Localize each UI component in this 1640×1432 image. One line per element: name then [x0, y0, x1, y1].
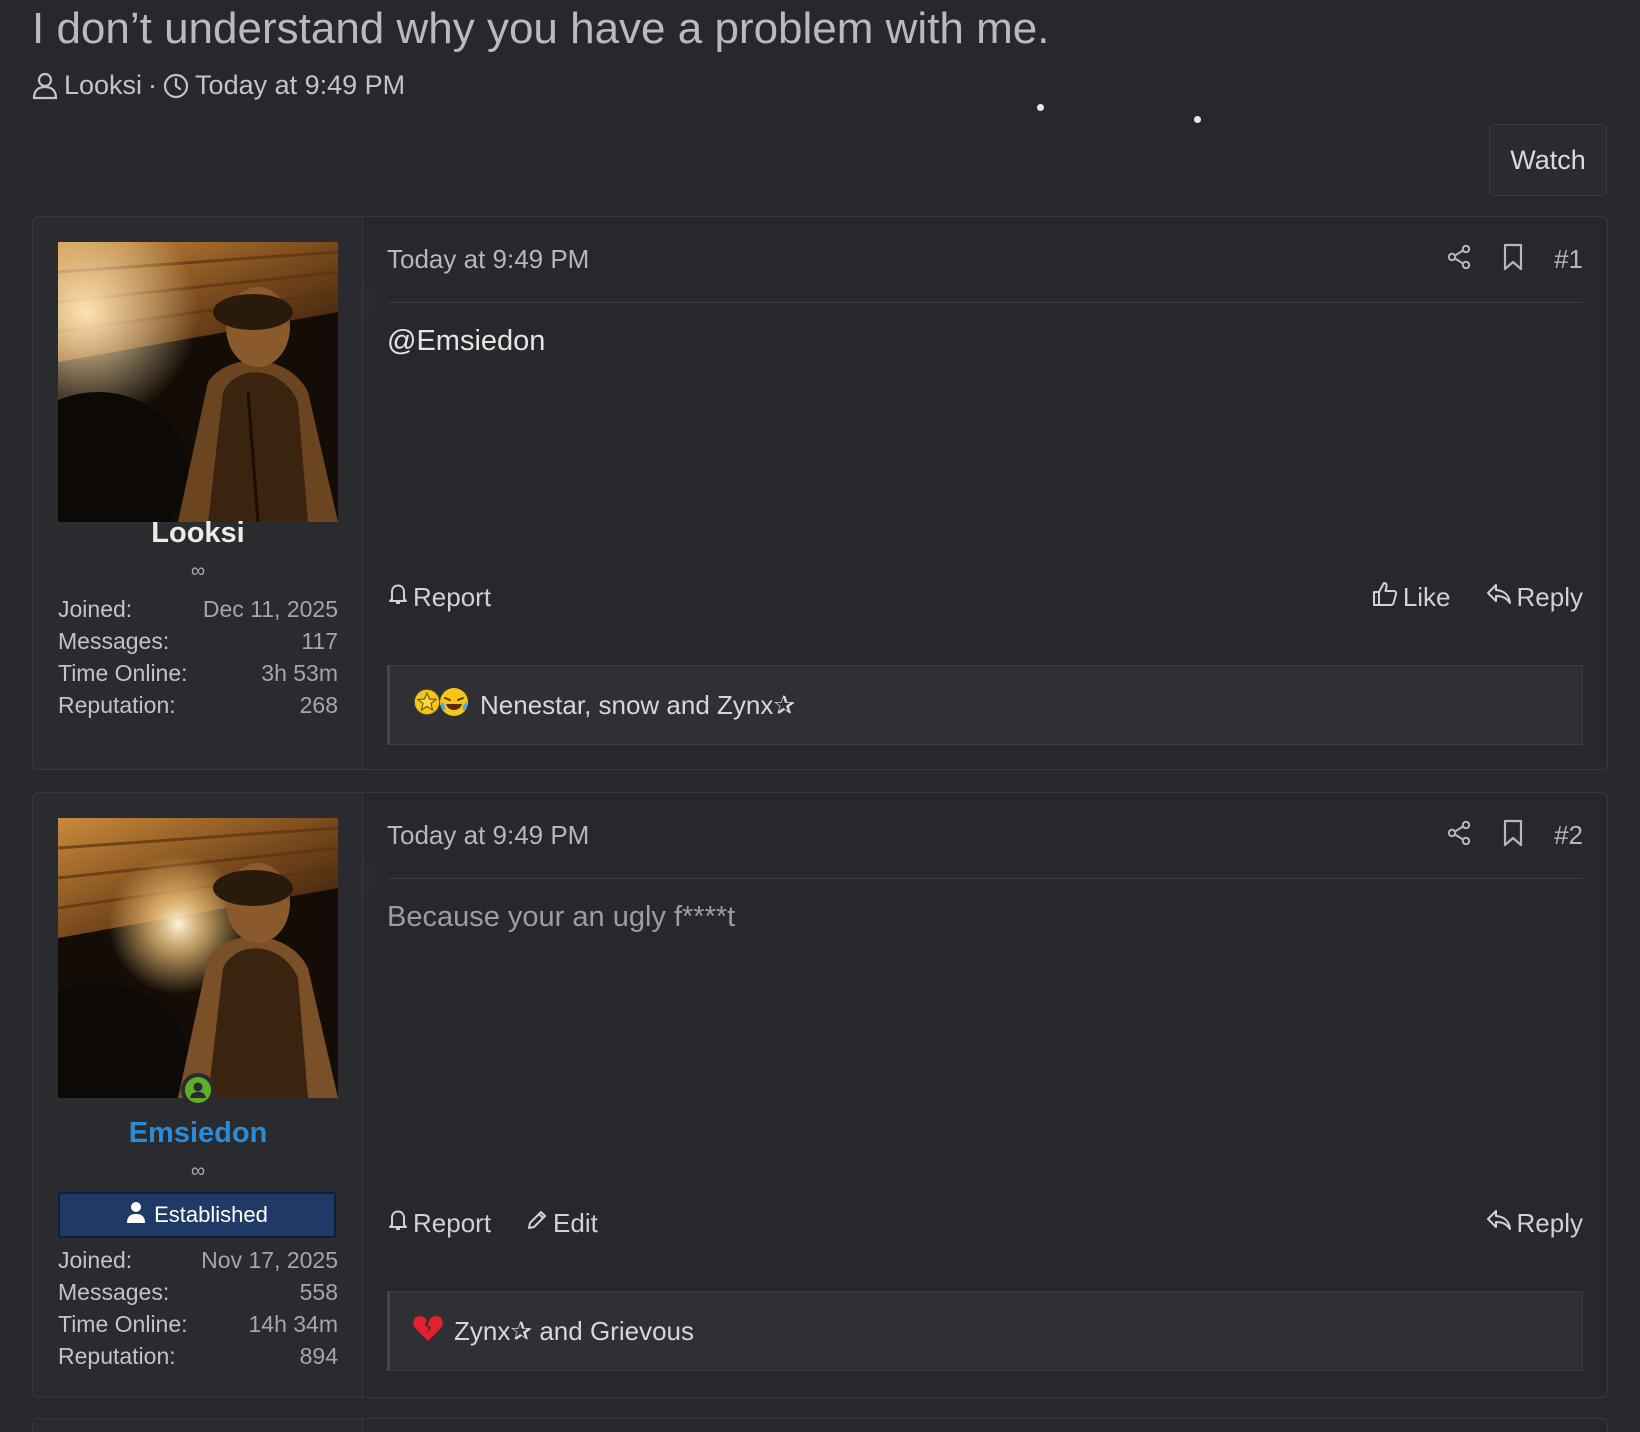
stat-label: Messages: — [58, 1279, 170, 1305]
thread-date-link[interactable]: Today at 9:49 PM — [195, 70, 405, 101]
user-title: ∞ — [190, 1160, 206, 1182]
bookmark-icon[interactable] — [1502, 243, 1524, 276]
stat-value: 14h 34m — [248, 1311, 338, 1337]
post-user-panel — [33, 1419, 363, 1432]
share-icon[interactable] — [1446, 244, 1472, 275]
post-date-link[interactable]: Today at 9:49 PM — [387, 244, 589, 275]
report-button[interactable]: Report — [387, 1208, 491, 1239]
reaction-icons — [412, 686, 470, 725]
role-badge: Established — [58, 1192, 336, 1238]
stat-label: Reputation: — [58, 692, 176, 718]
stat-label: Time Online: — [58, 1311, 188, 1337]
reply-label: Reply — [1516, 581, 1583, 612]
post-actions: Report Like Reply — [387, 577, 1583, 617]
report-button[interactable]: Report — [387, 582, 491, 613]
reactions-users[interactable]: Zynx✰ and Grievous — [454, 1316, 694, 1347]
clock-icon — [163, 73, 189, 99]
reply-arrow-icon — [1485, 1208, 1513, 1239]
stat-row-messages: Messages: 117 — [58, 625, 338, 657]
thumbs-up-icon — [1371, 580, 1399, 615]
reply-arrow-icon — [1485, 582, 1513, 613]
watch-button[interactable]: Watch — [1489, 124, 1607, 196]
stat-row-time-online: Time Online: 3h 53m — [58, 657, 338, 689]
stat-label: Joined: — [58, 1247, 133, 1273]
stat-value[interactable]: 558 — [300, 1276, 338, 1308]
like-button[interactable]: Like — [1371, 580, 1451, 615]
share-icon[interactable] — [1446, 820, 1472, 851]
post: Emsiedon ∞ Established Joined: Nov 17, 20… — [32, 792, 1608, 1398]
user-stats: Joined: Dec 11, 2025 Messages: 117 Time On… — [58, 593, 338, 721]
stat-value[interactable]: 117 — [301, 625, 338, 657]
bell-icon — [387, 582, 409, 613]
avatar[interactable] — [58, 818, 338, 1098]
role-label: Established — [154, 1202, 268, 1227]
laughing-emoji-icon — [438, 686, 470, 725]
stat-row-messages: Messages: 558 — [58, 1276, 338, 1308]
stat-row-joined: Joined: Nov 17, 2025 — [58, 1244, 338, 1276]
reply-button[interactable]: Reply — [1485, 1208, 1583, 1239]
like-label: Like — [1402, 581, 1451, 612]
post-header: Today at 9:49 PM #1 — [387, 217, 1583, 303]
reactions-users[interactable]: Nenestar, snow and Zynx✰ — [480, 690, 795, 721]
post-actions: Report Edit Reply — [387, 1203, 1583, 1243]
stat-row-time-online: Time Online: 14h 34m — [58, 1308, 338, 1340]
post-partial — [32, 1418, 1608, 1432]
post-username[interactable]: Emsiedon — [33, 1117, 363, 1150]
meta-separator: · — [148, 70, 158, 100]
stat-label: Joined: — [58, 596, 133, 622]
user-icon — [126, 1201, 146, 1229]
report-label: Report — [413, 1207, 492, 1238]
post-date-link[interactable]: Today at 9:49 PM — [387, 820, 589, 851]
stat-row-reputation: Reputation: 894 — [58, 1340, 338, 1372]
thread-author-link[interactable]: Looksi — [64, 70, 142, 101]
bookmark-icon[interactable] — [1502, 819, 1524, 852]
stat-value: 894 — [299, 1343, 338, 1369]
stat-label: Messages: — [58, 628, 170, 654]
thread-meta: Looksi · Today at 9:49 PM — [32, 70, 405, 101]
post-body: @Emsiedon — [387, 325, 546, 357]
reply-label: Reply — [1516, 1207, 1583, 1238]
post-header: Today at 9:49 PM #2 — [387, 793, 1583, 879]
report-label: Report — [413, 581, 492, 612]
post-number-link[interactable]: #2 — [1554, 820, 1583, 851]
pencil-icon — [525, 1208, 549, 1239]
post: Looksi ∞ Joined: Dec 11, 2025 Messages: 11… — [32, 216, 1608, 770]
bell-icon — [387, 1208, 409, 1239]
online-status-icon — [181, 1073, 215, 1107]
post-number-link[interactable]: #1 — [1554, 244, 1583, 275]
user-title: ∞ — [190, 560, 206, 582]
post-user-panel: Emsiedon ∞ Established Joined: Nov 17, 20… — [33, 793, 363, 1397]
decorative-dot — [1194, 116, 1201, 123]
stat-value: Dec 11, 2025 — [202, 596, 338, 622]
reaction-icons — [412, 1313, 444, 1350]
user-stats: Joined: Nov 17, 2025 Messages: 558 Time On… — [58, 1244, 338, 1372]
edit-label: Edit — [553, 1207, 598, 1238]
stat-row-joined: Joined: Dec 11, 2025 — [58, 593, 338, 625]
stat-row-reputation: Reputation: 268 — [58, 689, 338, 721]
stat-value: 3h 53m — [261, 660, 338, 686]
page-title: I don’t understand why you have a proble… — [32, 4, 1050, 53]
stat-value: 268 — [299, 692, 338, 718]
stat-label: Reputation: — [58, 1343, 176, 1369]
post-body: Because your an ugly f****t — [387, 901, 736, 933]
stat-value: Nov 17, 2025 — [201, 1247, 338, 1273]
post-message: Today at 9:49 PM #1 @Emsiedon Report Lik… — [363, 217, 1607, 769]
decorative-dot — [1037, 104, 1044, 111]
reply-button[interactable]: Reply — [1485, 582, 1583, 613]
post-username[interactable]: Looksi — [33, 517, 363, 550]
broken-heart-emoji-icon — [412, 1313, 444, 1350]
user-icon — [32, 72, 58, 100]
stat-label: Time Online: — [58, 660, 188, 686]
reactions-bar[interactable]: Nenestar, snow and Zynx✰ — [387, 665, 1583, 745]
post-user-panel: Looksi ∞ Joined: Dec 11, 2025 Messages: 11… — [33, 217, 363, 769]
post-message: Today at 9:49 PM #2 Because your an ugly… — [363, 793, 1607, 1397]
reactions-bar[interactable]: Zynx✰ and Grievous — [387, 1291, 1583, 1371]
edit-button[interactable]: Edit — [525, 1208, 598, 1239]
avatar[interactable] — [58, 242, 338, 522]
